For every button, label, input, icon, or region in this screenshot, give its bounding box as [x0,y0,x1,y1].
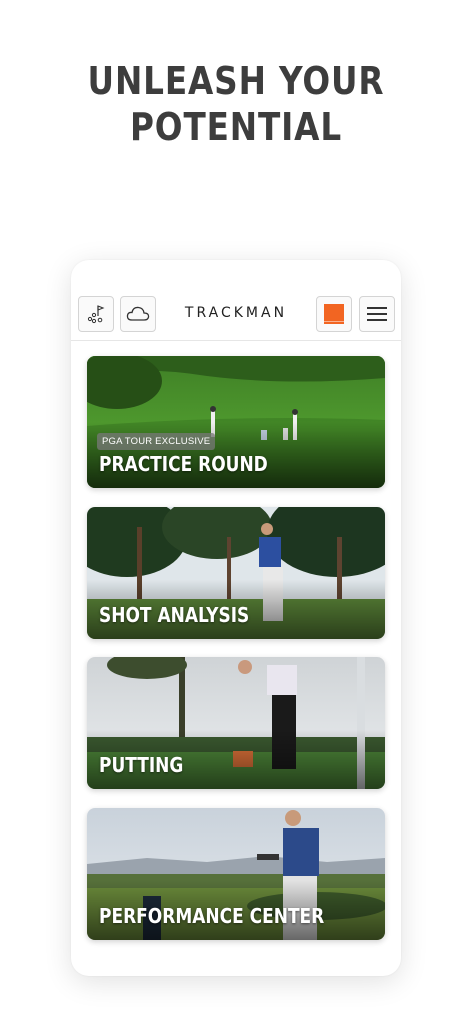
cloud-icon [126,306,150,321]
card-title: PERFORMANCE CENTER [99,904,325,928]
card-title: PRACTICE ROUND [99,452,268,476]
course-icon [87,305,105,324]
headline-line-1: UNLEASH YOUR [87,59,385,103]
performance-center-card[interactable]: PERFORMANCE CENTER [87,808,385,940]
shot-analysis-card[interactable]: SHOT ANALYSIS [87,507,385,639]
phone-screen: TRACKMAN PGA TOUR EXCLUSIVE PRACTICE ROU… [71,260,401,976]
trackman-unit-button[interactable] [316,296,352,332]
menu-icon [367,307,387,321]
headline-line-2: POTENTIAL [129,105,343,149]
cloud-button[interactable] [120,296,156,332]
card-title: PUTTING [99,753,184,777]
brand-logo: TRACKMAN [184,305,288,321]
course-button[interactable] [78,296,114,332]
trackman-unit-icon [324,304,344,324]
practice-round-card[interactable]: PGA TOUR EXCLUSIVE PRACTICE ROUND [87,356,385,488]
pga-tour-badge: PGA TOUR EXCLUSIVE [97,433,216,450]
putting-card[interactable]: PUTTING [87,657,385,789]
headline: UNLEASH YOUR POTENTIAL [33,58,439,150]
card-title: SHOT ANALYSIS [99,603,250,627]
top-bar: TRACKMAN [71,296,401,341]
menu-button[interactable] [359,296,395,332]
